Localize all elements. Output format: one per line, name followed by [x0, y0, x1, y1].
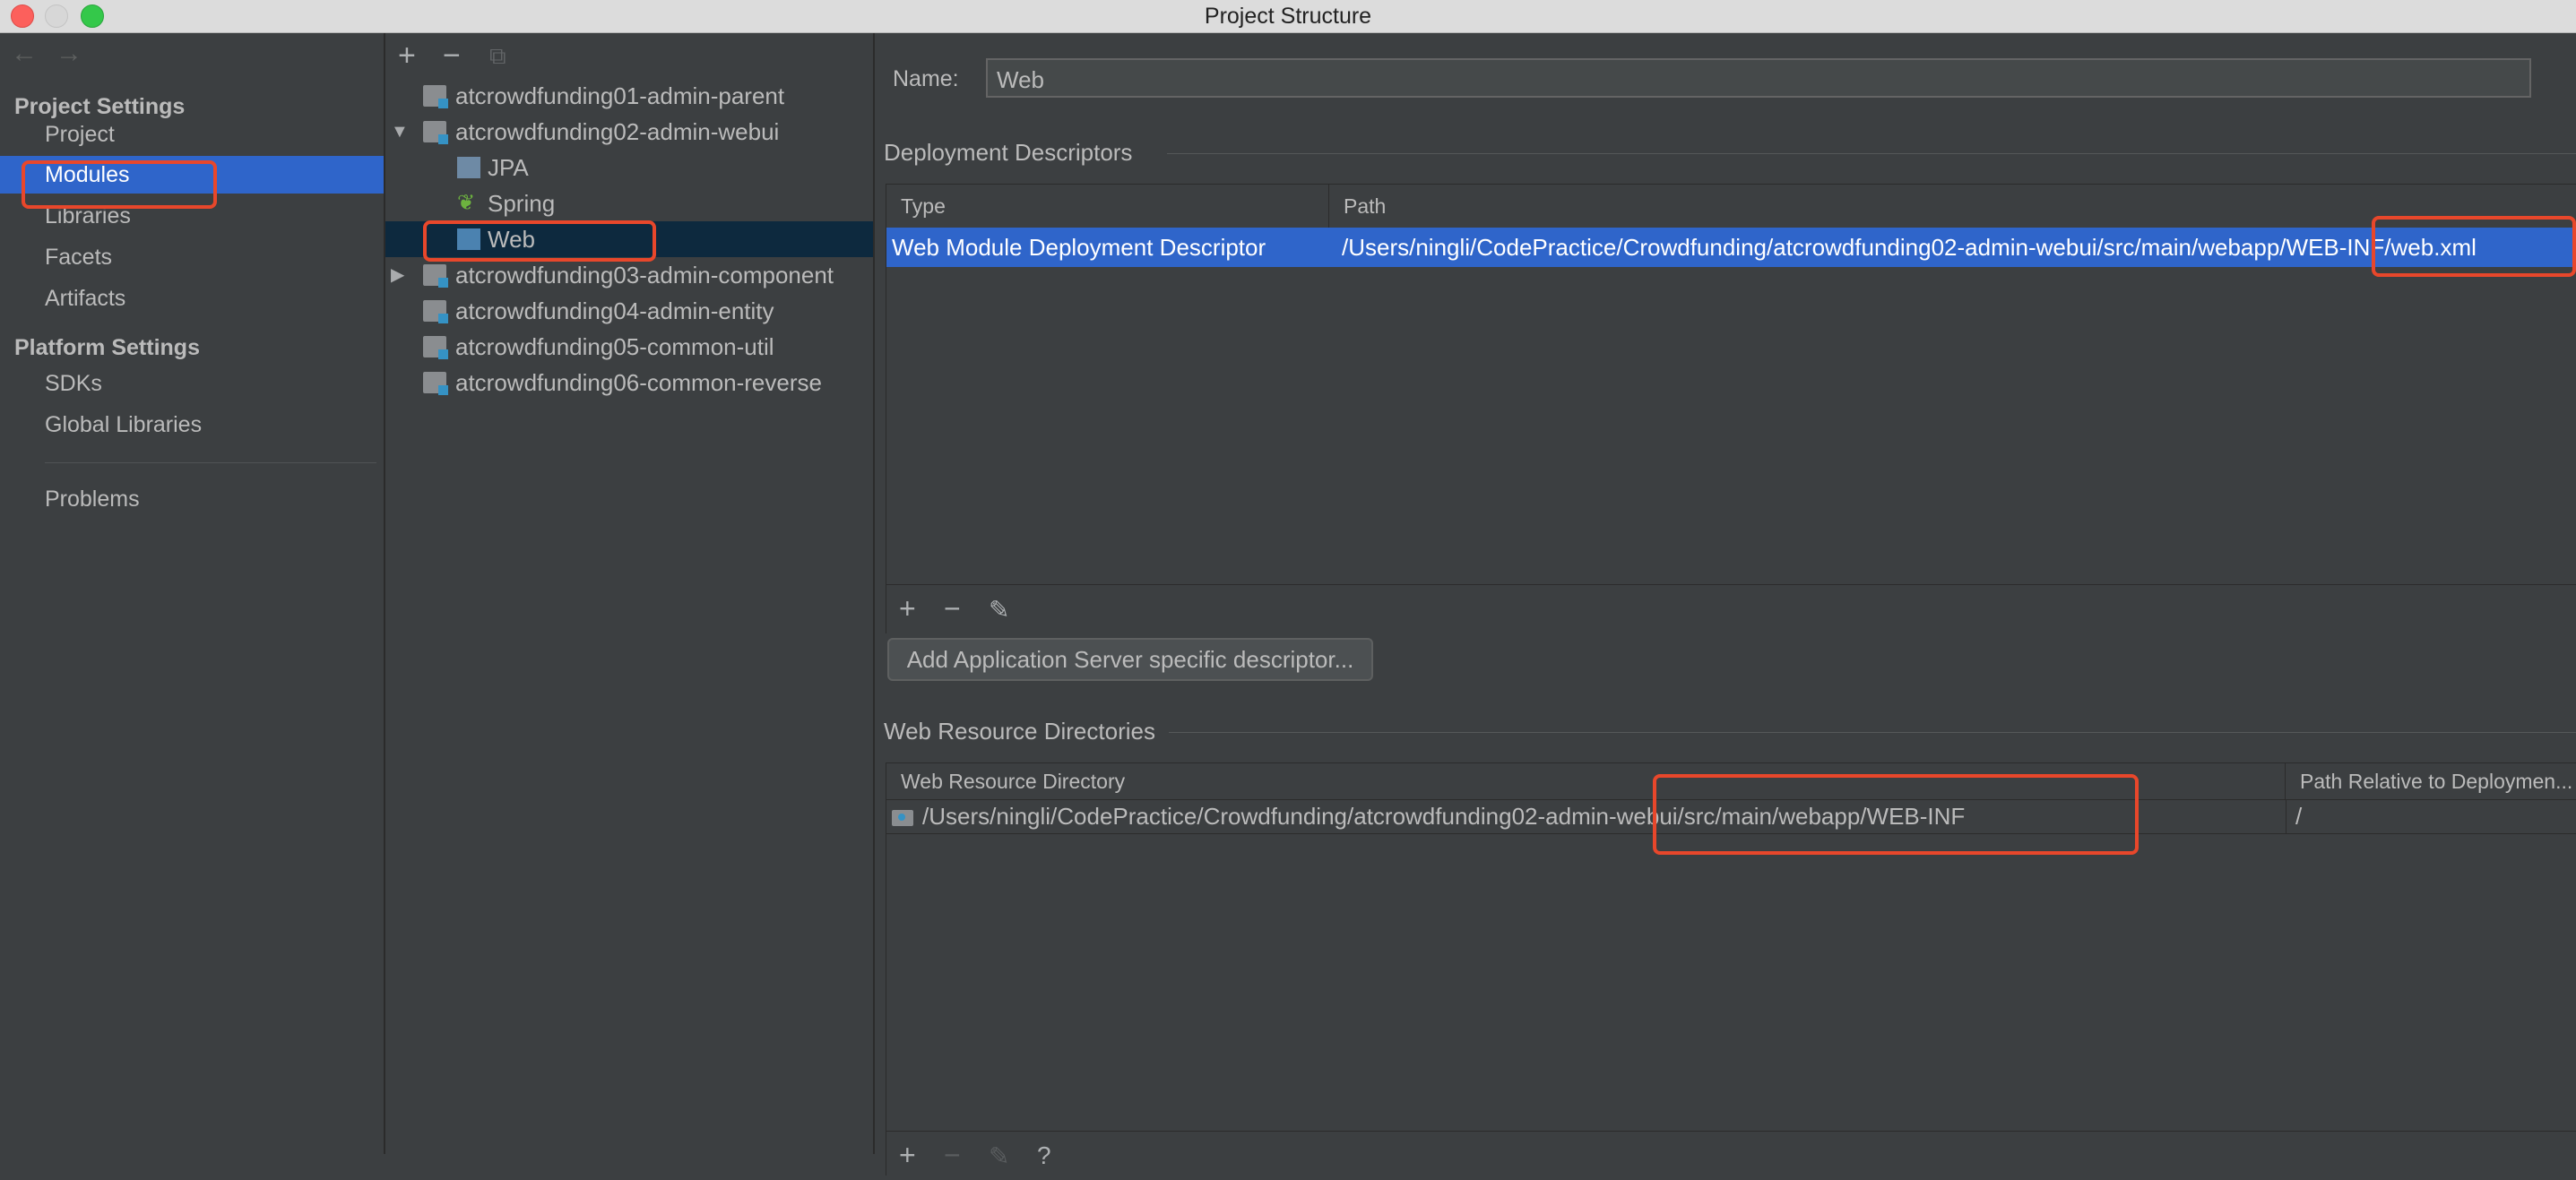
table-header: Type Path	[886, 185, 2576, 228]
tree-item-module-05[interactable]: atcrowdfunding05-common-util	[385, 329, 873, 365]
module-folder-icon	[423, 336, 448, 359]
directory-cell: /Users/ningli/CodePractice/Crowdfunding/…	[886, 799, 2286, 833]
add-descriptor-button[interactable]: +	[899, 592, 916, 625]
tree-item-label: atcrowdfunding06-common-reverse	[455, 369, 822, 396]
name-field[interactable]: Web	[986, 58, 2531, 98]
tree-item-module-06[interactable]: atcrowdfunding06-common-reverse	[385, 365, 873, 401]
sidebar-divider	[45, 462, 376, 463]
remove-module-button[interactable]: −	[443, 39, 461, 73]
sidebar-item-global-libraries[interactable]: Global Libraries	[0, 406, 384, 444]
web-facet-detail: Name: Web Deployment Descriptors Type Pa…	[875, 33, 2576, 1180]
remove-directory-button[interactable]: −	[944, 1139, 961, 1172]
name-label: Name:	[893, 66, 959, 91]
tree-item-label: Spring	[488, 190, 556, 217]
deployment-descriptors-table: Type Path Web Module Deployment Descript…	[886, 184, 2576, 633]
module-tree-panel: + − ⧉ atcrowdfunding01-admin-parent ▼ at…	[385, 33, 875, 1154]
expand-arrow-icon[interactable]: ▶	[391, 257, 404, 293]
web-facet-icon	[457, 228, 480, 250]
group-separator	[1167, 153, 2576, 154]
directory-path: /Users/ningli/CodePractice/Crowdfunding/…	[922, 803, 1966, 830]
column-header-type[interactable]: Type	[886, 185, 1329, 228]
tree-item-label: atcrowdfunding02-admin-webui	[455, 118, 780, 145]
table-row[interactable]: Web Module Deployment Descriptor /Users/…	[886, 228, 2576, 267]
tree-item-label: JPA	[488, 154, 529, 181]
settings-sidebar: ← → Project Settings Project Modules Lib…	[0, 33, 385, 1154]
tree-item-label: atcrowdfunding04-admin-entity	[455, 297, 774, 324]
window-titlebar: Project Structure	[0, 0, 2576, 33]
edit-descriptor-icon[interactable]: ✎	[989, 595, 1009, 624]
sidebar-item-modules[interactable]: Modules	[0, 156, 384, 194]
descriptor-path-cell: /Users/ningli/CodePractice/Crowdfunding/…	[1342, 234, 2477, 261]
platform-settings-header: Platform Settings	[14, 335, 200, 360]
copy-module-button[interactable]: ⧉	[489, 42, 506, 71]
group-separator	[1169, 732, 2576, 733]
table-header: Web Resource Directory Path Relative to …	[886, 763, 2576, 800]
module-folder-icon	[423, 372, 448, 395]
module-folder-icon	[423, 121, 448, 144]
back-arrow-icon[interactable]: ←	[11, 39, 38, 69]
sidebar-item-libraries[interactable]: Libraries	[0, 197, 384, 235]
add-module-button[interactable]: +	[398, 39, 416, 73]
web-folder-icon	[892, 810, 913, 827]
window-title: Project Structure	[1204, 4, 1372, 29]
spring-leaf-icon: ❦	[457, 191, 476, 215]
tree-item-module-03[interactable]: ▶ atcrowdfunding03-admin-component	[385, 257, 873, 293]
forward-arrow-icon[interactable]: →	[56, 39, 82, 69]
module-folder-icon	[423, 85, 448, 108]
table-row[interactable]: /Users/ningli/CodePractice/Crowdfunding/…	[886, 799, 2576, 834]
web-resource-directories-title: Web Resource Directories	[884, 718, 1155, 745]
sidebar-item-sdks[interactable]: SDKs	[0, 365, 384, 402]
add-directory-button[interactable]: +	[899, 1139, 916, 1172]
table-toolbar: + − ✎	[886, 584, 2576, 633]
descriptor-type-cell: Web Module Deployment Descriptor	[892, 234, 1266, 261]
remove-descriptor-button[interactable]: −	[944, 592, 961, 625]
column-header-path[interactable]: Path	[1329, 185, 2576, 228]
tree-item-spring[interactable]: ❦ Spring	[385, 185, 873, 221]
web-resource-directories-table: Web Resource Directory Path Relative to …	[886, 762, 2576, 1180]
module-folder-icon	[423, 300, 448, 323]
sidebar-item-artifacts[interactable]: Artifacts	[0, 280, 384, 317]
tree-item-module-04[interactable]: atcrowdfunding04-admin-entity	[385, 293, 873, 329]
edit-directory-icon[interactable]: ✎	[989, 1141, 1009, 1171]
help-icon[interactable]: ?	[1037, 1141, 1051, 1170]
sidebar-item-project[interactable]: Project	[0, 116, 384, 153]
tree-item-label: atcrowdfunding03-admin-component	[455, 262, 834, 289]
add-server-descriptor-button[interactable]: Add Application Server specific descript…	[887, 638, 1373, 681]
jpa-facet-icon	[457, 157, 480, 178]
tree-item-label: Web	[488, 226, 535, 253]
tree-item-jpa[interactable]: JPA	[385, 150, 873, 185]
column-header-directory[interactable]: Web Resource Directory	[886, 763, 2286, 799]
module-folder-icon	[423, 264, 448, 288]
tree-item-module-01[interactable]: atcrowdfunding01-admin-parent	[385, 78, 873, 114]
sidebar-item-facets[interactable]: Facets	[0, 238, 384, 276]
deployment-descriptors-title: Deployment Descriptors	[884, 139, 1133, 166]
tree-item-label: atcrowdfunding01-admin-parent	[455, 82, 785, 109]
tree-item-web[interactable]: Web	[385, 221, 873, 257]
column-header-relative-path[interactable]: Path Relative to Deploymen...	[2286, 763, 2576, 799]
tree-item-label: atcrowdfunding05-common-util	[455, 333, 774, 360]
collapse-arrow-icon[interactable]: ▼	[391, 114, 409, 150]
relative-path-cell: /	[2286, 799, 2576, 833]
tree-item-module-02[interactable]: ▼ atcrowdfunding02-admin-webui	[385, 114, 873, 150]
table-toolbar: + − ✎ ?	[886, 1131, 2576, 1180]
sidebar-item-problems[interactable]: Problems	[0, 480, 384, 518]
